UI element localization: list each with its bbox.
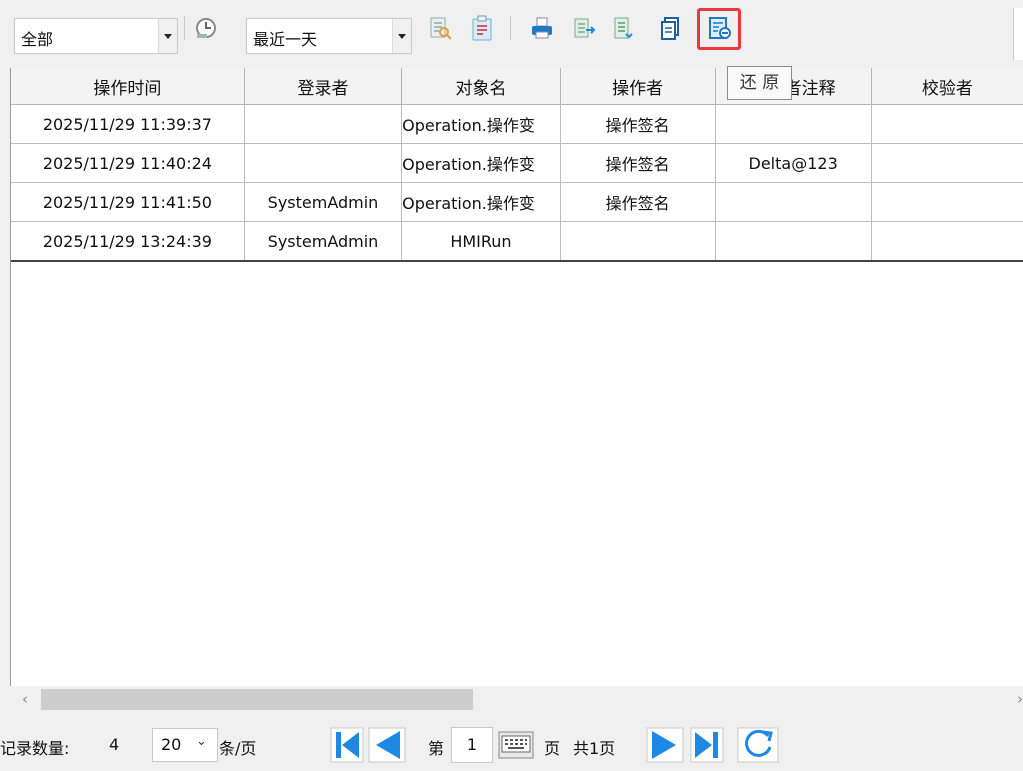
scroll-right-icon[interactable]: › bbox=[1017, 690, 1023, 708]
column-header-verifier[interactable]: 校验者 bbox=[870, 68, 1023, 105]
cell-operator-comment[interactable] bbox=[714, 182, 872, 222]
export-button[interactable] bbox=[570, 14, 598, 42]
cell-operation-time[interactable]: 2025/11/29 11:41:50 bbox=[11, 182, 245, 222]
refresh-icon bbox=[737, 727, 779, 763]
copy-button[interactable] bbox=[656, 14, 684, 42]
first-page-button[interactable] bbox=[330, 727, 364, 763]
toolbar-divider bbox=[510, 16, 511, 40]
page-prefix-label: 第 bbox=[428, 739, 445, 758]
cell-operator[interactable]: 操作签名 bbox=[559, 143, 716, 183]
time-range-dropdown[interactable]: 最近一天 bbox=[246, 18, 412, 54]
toolbar: 全部 最近一天 bbox=[0, 0, 1023, 68]
keyboard-icon bbox=[498, 731, 534, 759]
document-search-icon bbox=[430, 17, 452, 40]
restore-button[interactable] bbox=[705, 14, 733, 42]
cell-login-user[interactable] bbox=[243, 104, 403, 144]
page-size-select[interactable]: 20 ⌄ bbox=[152, 728, 218, 762]
clipboard-button[interactable] bbox=[468, 14, 496, 42]
first-page-icon bbox=[330, 727, 364, 763]
table-row[interactable]: 2025/11/29 11:40:24 Operation.操作变 操作签名 D… bbox=[11, 143, 1023, 183]
last-page-button[interactable] bbox=[690, 727, 724, 763]
cell-operator-comment[interactable] bbox=[714, 221, 872, 262]
cell-object-name[interactable]: Operation.操作变 bbox=[401, 182, 561, 222]
keyboard-button[interactable] bbox=[498, 731, 534, 759]
cell-operation-time[interactable]: 2025/11/29 11:39:37 bbox=[11, 104, 245, 144]
toolbar-overflow[interactable] bbox=[1013, 8, 1023, 60]
cell-verifier[interactable] bbox=[870, 221, 1023, 262]
printer-icon bbox=[532, 17, 552, 39]
clipboard-icon bbox=[472, 15, 492, 41]
cell-operation-time[interactable]: 2025/11/29 11:40:24 bbox=[11, 143, 245, 183]
total-pages-label: 共1页 bbox=[573, 739, 616, 758]
previous-page-button[interactable] bbox=[368, 727, 406, 763]
horizontal-scrollbar[interactable]: ‹ › bbox=[10, 686, 1023, 713]
column-header-operation-time[interactable]: 操作时间 bbox=[11, 68, 245, 105]
next-page-icon bbox=[646, 727, 684, 763]
cell-operator-comment[interactable]: Delta@123 bbox=[714, 143, 872, 183]
per-page-label: 条/页 bbox=[219, 739, 257, 758]
export-list-icon bbox=[614, 17, 633, 39]
table-row[interactable]: 2025/11/29 11:39:37 Operation.操作变 操作签名 bbox=[11, 104, 1023, 144]
scroll-left-icon[interactable]: ‹ bbox=[22, 690, 28, 708]
restore-tooltip: 还 原 bbox=[727, 66, 792, 100]
toolbar-divider bbox=[184, 16, 185, 40]
scope-filter-value: 全部 bbox=[21, 30, 54, 49]
restore-icon bbox=[709, 17, 731, 39]
cell-object-name[interactable]: HMIRun bbox=[401, 221, 561, 262]
log-table-area: 操作时间 登录者 对象名 操作者 操作者注释 校验者 2025/11/29 11… bbox=[10, 68, 1023, 713]
page-suffix-label: 页 bbox=[544, 739, 561, 758]
page-number-input[interactable]: 1 bbox=[451, 727, 493, 763]
chevron-down-icon: ⌄ bbox=[196, 734, 207, 749]
export-all-button[interactable] bbox=[608, 14, 636, 42]
cell-operator-comment[interactable] bbox=[714, 104, 872, 144]
next-page-button[interactable] bbox=[646, 727, 684, 763]
log-table: 操作时间 登录者 对象名 操作者 操作者注释 校验者 2025/11/29 11… bbox=[11, 68, 1023, 262]
time-filter-button[interactable] bbox=[192, 14, 220, 42]
previous-page-icon bbox=[368, 727, 406, 763]
dropdown-arrow-icon[interactable] bbox=[392, 19, 411, 53]
page-size-value: 20 bbox=[161, 735, 182, 754]
dropdown-arrow-icon[interactable] bbox=[158, 19, 177, 53]
cell-login-user[interactable]: SystemAdmin bbox=[243, 182, 403, 222]
cell-object-name[interactable]: Operation.操作变 bbox=[401, 104, 561, 144]
clock-icon bbox=[196, 18, 216, 38]
table-row[interactable]: 2025/11/29 13:24:39 SystemAdmin HMIRun bbox=[11, 221, 1023, 262]
scope-filter-dropdown[interactable]: 全部 bbox=[14, 18, 178, 54]
column-header-object-name[interactable]: 对象名 bbox=[401, 68, 561, 105]
print-button[interactable] bbox=[528, 14, 556, 42]
last-page-icon bbox=[690, 727, 724, 763]
column-header-login-user[interactable]: 登录者 bbox=[243, 68, 403, 105]
refresh-button[interactable] bbox=[737, 727, 779, 763]
export-icon bbox=[574, 18, 596, 38]
record-count-label: 记录数量: bbox=[0, 739, 70, 758]
cell-login-user[interactable]: SystemAdmin bbox=[243, 221, 403, 262]
record-count-value: 4 bbox=[109, 735, 120, 754]
cell-operator[interactable]: 操作签名 bbox=[559, 104, 716, 144]
cell-verifier[interactable] bbox=[870, 182, 1023, 222]
pagination-bar: 记录数量: 4 20 ⌄ 条/页 第 1 页 共1页 bbox=[0, 713, 1023, 771]
table-row[interactable]: 2025/11/29 11:41:50 SystemAdmin Operatio… bbox=[11, 182, 1023, 222]
cell-operation-time[interactable]: 2025/11/29 13:24:39 bbox=[11, 221, 245, 262]
copy-icon bbox=[661, 17, 679, 40]
column-header-operator[interactable]: 操作者 bbox=[559, 68, 716, 105]
cell-object-name[interactable]: Operation.操作变 bbox=[401, 143, 561, 183]
cell-verifier[interactable] bbox=[870, 104, 1023, 144]
cell-operator[interactable]: 操作签名 bbox=[559, 182, 716, 222]
table-header-row: 操作时间 登录者 对象名 操作者 操作者注释 校验者 bbox=[11, 68, 1023, 105]
query-button[interactable] bbox=[426, 14, 454, 42]
cell-operator[interactable] bbox=[559, 221, 716, 262]
scrollbar-thumb[interactable] bbox=[41, 689, 473, 710]
cell-login-user[interactable] bbox=[243, 143, 403, 183]
cell-verifier[interactable] bbox=[870, 143, 1023, 183]
time-range-value: 最近一天 bbox=[253, 30, 318, 49]
